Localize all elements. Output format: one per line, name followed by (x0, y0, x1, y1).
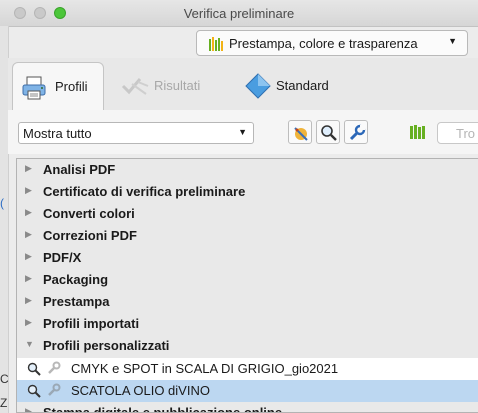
category-label: Analisi PDF (43, 162, 116, 177)
disclosure-right-icon[interactable]: ▶ (25, 317, 32, 328)
profile-row-selected[interactable]: SCATOLA OLIO diVINO (17, 380, 478, 402)
category-label: Stampa digitale e pubblicazione online (43, 405, 283, 413)
category-label: Profili personalizzati (43, 338, 170, 353)
tab-label: Risultati (154, 78, 201, 93)
category-row[interactable]: ▶ Prestampa (17, 291, 478, 313)
category-row[interactable]: ▶ Converti colori (17, 203, 478, 225)
edge-glyph: C (0, 372, 9, 386)
profile-label: CMYK e SPOT in SCALA DI GRIGIO_gio2021 (71, 361, 339, 376)
category-row[interactable]: ▶ Analisi PDF (17, 159, 478, 181)
category-label: Packaging (43, 272, 109, 287)
disclosure-right-icon[interactable]: ▶ (25, 185, 32, 196)
filter-select[interactable]: Mostra tutto ▼ (18, 122, 254, 144)
standard-icon (244, 72, 272, 103)
search-placeholder: Tro (456, 126, 476, 141)
library-button[interactable] (406, 120, 430, 144)
inspect-button[interactable] (316, 120, 340, 144)
filter-value: Mostra tutto (23, 126, 92, 141)
disclosure-right-icon[interactable]: ▶ (25, 295, 32, 306)
edge-glyph: ( (0, 196, 4, 210)
disclosure-right-icon[interactable]: ▶ (25, 251, 32, 262)
profile-wizard-button[interactable] (288, 120, 312, 144)
edit-profile-button[interactable] (344, 120, 368, 144)
category-row[interactable]: ▶ PDF/X (17, 247, 478, 269)
category-label: Converti colori (43, 206, 135, 221)
profile-list[interactable]: ▶ Analisi PDF ▶ Certificato di verifica pr… (16, 158, 478, 413)
category-label: PDF/X (43, 250, 82, 265)
category-row-expanded[interactable]: ▼ Profili personalizzati (17, 335, 478, 357)
category-row[interactable]: ▶ Profili importati (17, 313, 478, 335)
category-row[interactable]: ▶ Certificato di verifica preliminare (17, 181, 478, 203)
disclosure-right-icon[interactable]: ▶ (25, 273, 32, 284)
edge-glyph: Z (0, 396, 8, 410)
tab-label: Profili (55, 79, 88, 94)
preset-label: Prestampa, colore e trasparenza (229, 36, 418, 51)
search-input[interactable]: Tro (437, 122, 478, 144)
tab-profili[interactable]: Profili (12, 62, 104, 111)
disclosure-down-icon[interactable]: ▼ (25, 339, 34, 349)
chevron-down-icon: ▼ (448, 36, 457, 46)
tab-label: Standard (276, 78, 329, 93)
category-row[interactable]: ▶ Stampa digitale e pubblicazione online (17, 402, 478, 413)
disclosure-right-icon[interactable]: ▶ (25, 406, 32, 412)
profile-label: SCATOLA OLIO diVINO (71, 383, 210, 398)
results-icon (120, 74, 150, 99)
category-row[interactable]: ▶ Packaging (17, 269, 478, 291)
disclosure-right-icon[interactable]: ▶ (25, 229, 32, 240)
category-label: Prestampa (43, 294, 110, 309)
disclosure-right-icon[interactable]: ▶ (25, 207, 32, 218)
category-label: Correzioni PDF (43, 228, 137, 243)
wrench-icon (47, 383, 61, 400)
wrench-icon (47, 361, 61, 378)
library-icon (209, 37, 223, 54)
title-bar: Verifica preliminare (0, 0, 478, 27)
disclosure-right-icon[interactable]: ▶ (25, 163, 32, 174)
window-title: Verifica preliminare (183, 6, 295, 21)
magnifier-icon (27, 362, 41, 379)
preset-dropdown[interactable]: Prestampa, colore e trasparenza ▼ (196, 30, 468, 56)
profile-row[interactable]: CMYK e SPOT in SCALA DI GRIGIO_gio2021 (17, 358, 478, 380)
tab-risultati[interactable]: Risultati (116, 62, 226, 108)
category-label: Profili importati (43, 316, 140, 331)
printer-icon (21, 75, 51, 104)
magnifier-icon (27, 384, 41, 401)
category-label: Certificato di verifica preliminare (43, 184, 246, 199)
chevron-down-icon: ▼ (238, 127, 247, 137)
tab-standard[interactable]: Standard (240, 62, 350, 108)
category-row[interactable]: ▶ Correzioni PDF (17, 225, 478, 247)
